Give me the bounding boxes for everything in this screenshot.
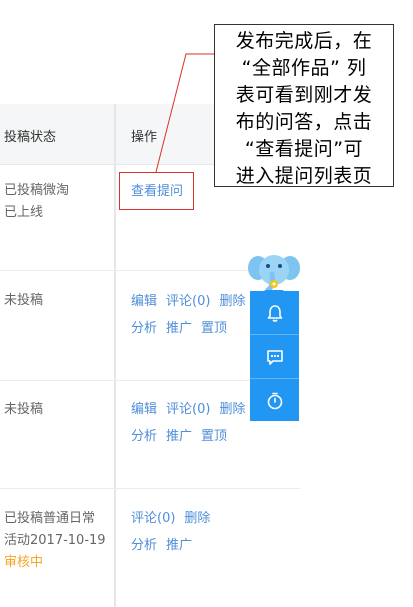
status-text: 已上线 xyxy=(4,205,44,220)
delete-link[interactable]: 删除 xyxy=(184,511,210,526)
status-text: 已投稿微淘 xyxy=(4,183,70,198)
promote-link[interactable]: 推广 xyxy=(166,321,192,336)
comment-link[interactable]: 评论(0) xyxy=(131,511,175,526)
highlight-box xyxy=(119,172,194,210)
column-divider xyxy=(114,104,116,607)
status-text: 未投稿 xyxy=(4,293,44,308)
row-2-ops: 编辑 评论(0) 删除 分析 推广 置顶 xyxy=(131,288,254,342)
row-4-status: 已投稿普通日常 活动2017-10-19 审核中 xyxy=(4,508,106,574)
pin-top-link[interactable]: 置顶 xyxy=(201,429,227,444)
annotation-callout: 发布完成后，在 “全部作品” 列 表可看到刚才发 布的问答，点击 “查看提问”可… xyxy=(214,24,394,187)
edit-link[interactable]: 编辑 xyxy=(131,402,157,417)
callout-line: “全部作品” 列 xyxy=(241,57,367,79)
edit-link[interactable]: 编辑 xyxy=(131,294,157,309)
comment-link[interactable]: 评论(0) xyxy=(166,402,210,417)
row-3-ops: 编辑 评论(0) 删除 分析 推广 置顶 xyxy=(131,396,254,450)
analyze-link[interactable]: 分析 xyxy=(131,321,157,336)
delete-link[interactable]: 删除 xyxy=(219,402,245,417)
callout-line: 进入提问列表页 xyxy=(235,165,373,187)
delete-link[interactable]: 删除 xyxy=(219,294,245,309)
row-divider xyxy=(0,488,300,489)
header-actions: 操作 xyxy=(131,130,158,145)
status-pending: 审核中 xyxy=(4,555,44,570)
callout-line: 表可看到刚才发 xyxy=(235,84,373,106)
notification-button[interactable] xyxy=(250,291,299,334)
status-text: 已投稿普通日常 xyxy=(4,511,96,526)
callout-line: 发布完成后，在 xyxy=(235,30,373,52)
bell-icon xyxy=(267,304,282,322)
callout-line: “查看提问”可 xyxy=(244,138,364,160)
chat-icon xyxy=(266,349,283,365)
row-1-status: 已投稿微淘 已上线 xyxy=(4,180,69,224)
row-4-ops: 评论(0) 删除 分析 推广 xyxy=(131,505,219,559)
timer-icon xyxy=(267,392,282,409)
message-button[interactable] xyxy=(250,335,299,378)
analyze-link[interactable]: 分析 xyxy=(131,538,157,553)
comment-link[interactable]: 评论(0) xyxy=(166,294,210,309)
status-text: 未投稿 xyxy=(4,402,44,417)
pin-top-link[interactable]: 置顶 xyxy=(201,321,227,336)
row-2-status: 未投稿 xyxy=(4,290,43,312)
callout-line: 布的问答，点击 xyxy=(235,111,373,133)
promote-link[interactable]: 推广 xyxy=(166,429,192,444)
row-3-status: 未投稿 xyxy=(4,399,43,421)
timer-button[interactable] xyxy=(250,379,299,422)
analyze-link[interactable]: 分析 xyxy=(131,429,157,444)
header-status: 投稿状态 xyxy=(4,130,57,145)
promote-link[interactable]: 推广 xyxy=(166,538,192,553)
status-text: 活动2017-10-19 xyxy=(4,533,106,548)
floating-toolbar xyxy=(250,291,299,421)
